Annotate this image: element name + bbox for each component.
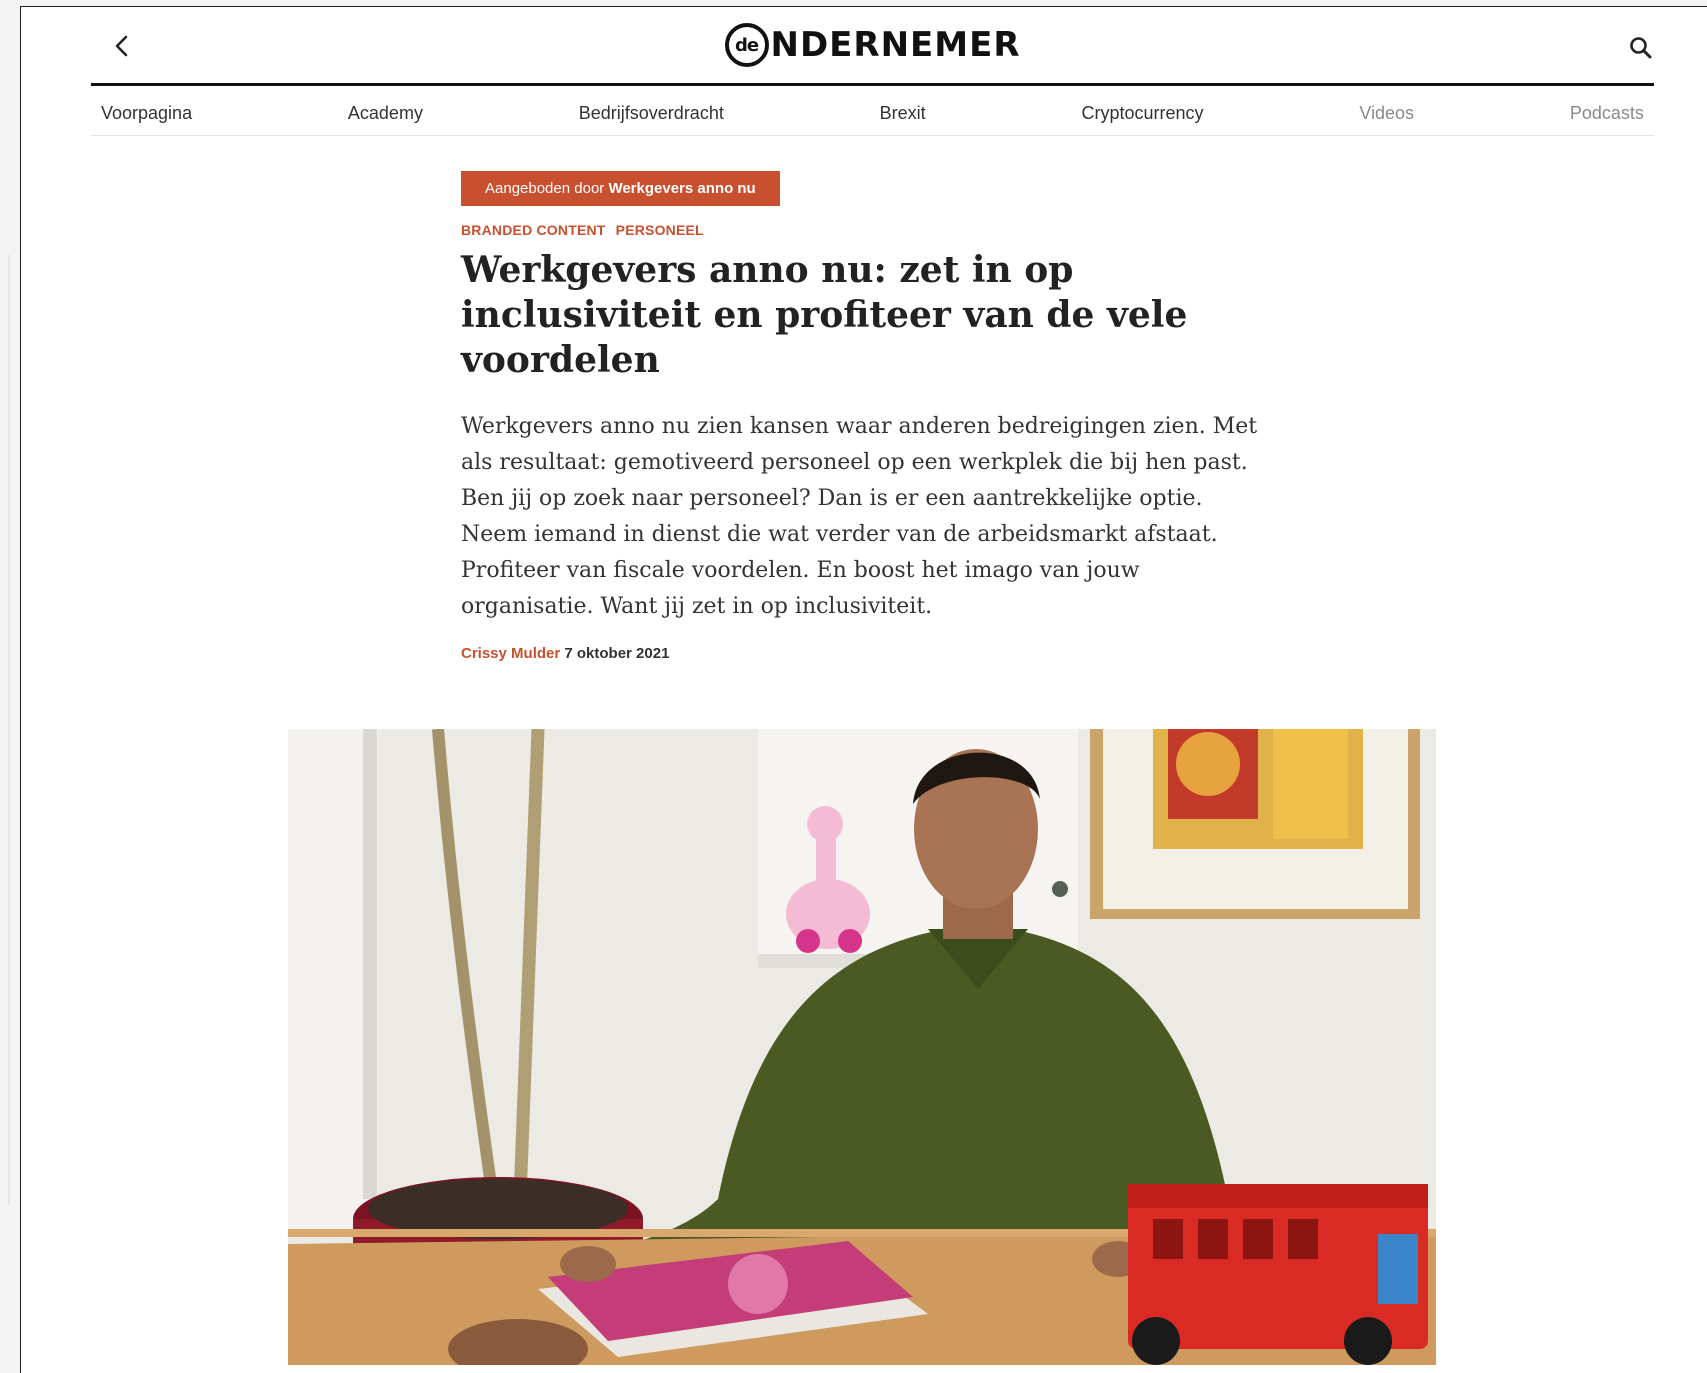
hero-image: [288, 729, 1436, 1365]
nav-item-podcasts[interactable]: Podcasts: [1570, 103, 1644, 124]
sponsor-prefix: Aangeboden door: [485, 180, 605, 197]
article-byline: Crissy Mulder 7 oktober 2021: [461, 645, 1261, 662]
category-branded-content[interactable]: BRANDED CONTENT: [461, 222, 606, 238]
author-link[interactable]: Crissy Mulder: [461, 645, 560, 662]
site-logo[interactable]: de NDERNEMER: [724, 23, 1020, 67]
article-lead: Werkgevers anno nu zien kansen waar ande…: [461, 414, 1258, 619]
sponsor-name: Werkgevers anno nu: [608, 180, 756, 197]
nav-rule: [91, 135, 1654, 136]
category-personeel[interactable]: PERSONEEL: [616, 222, 704, 238]
nav-item-academy[interactable]: Academy: [348, 103, 423, 124]
article-title: Werkgevers anno nu: zet in op inclusivit…: [461, 249, 1188, 381]
logo-badge: de: [724, 23, 769, 67]
article: Aangeboden door Werkgevers anno nu BRAND…: [461, 171, 1261, 662]
publish-date: 7 oktober 2021: [564, 645, 670, 662]
nav-item-voorpagina[interactable]: Voorpagina: [101, 103, 192, 124]
nav-item-bedrijfsoverdracht[interactable]: Bedrijfsoverdracht: [579, 103, 724, 124]
browser-page: de NDERNEMER Voorpagina Academy Bedrijfs…: [20, 6, 1707, 1373]
header-rule: [91, 83, 1654, 86]
back-button[interactable]: [109, 33, 135, 59]
search-button[interactable]: [1628, 35, 1654, 61]
main-nav: Voorpagina Academy Bedrijfsoverdracht Br…: [91, 93, 1654, 133]
logo-wordmark: NDERNEMER: [770, 25, 1021, 65]
search-icon: [1630, 37, 1652, 59]
hero-photo-illustration: [288, 729, 1436, 1365]
article-categories: BRANDED CONTENT PERSONEEL: [461, 222, 1261, 238]
site-header: de NDERNEMER: [91, 7, 1654, 85]
nav-item-brexit[interactable]: Brexit: [880, 103, 926, 124]
nav-item-videos[interactable]: Videos: [1359, 103, 1414, 124]
left-edge-marker: [8, 255, 10, 1205]
sponsor-badge[interactable]: Aangeboden door Werkgevers anno nu: [461, 171, 780, 206]
nav-item-cryptocurrency[interactable]: Cryptocurrency: [1081, 103, 1203, 124]
chevron-left-icon: [115, 35, 128, 57]
